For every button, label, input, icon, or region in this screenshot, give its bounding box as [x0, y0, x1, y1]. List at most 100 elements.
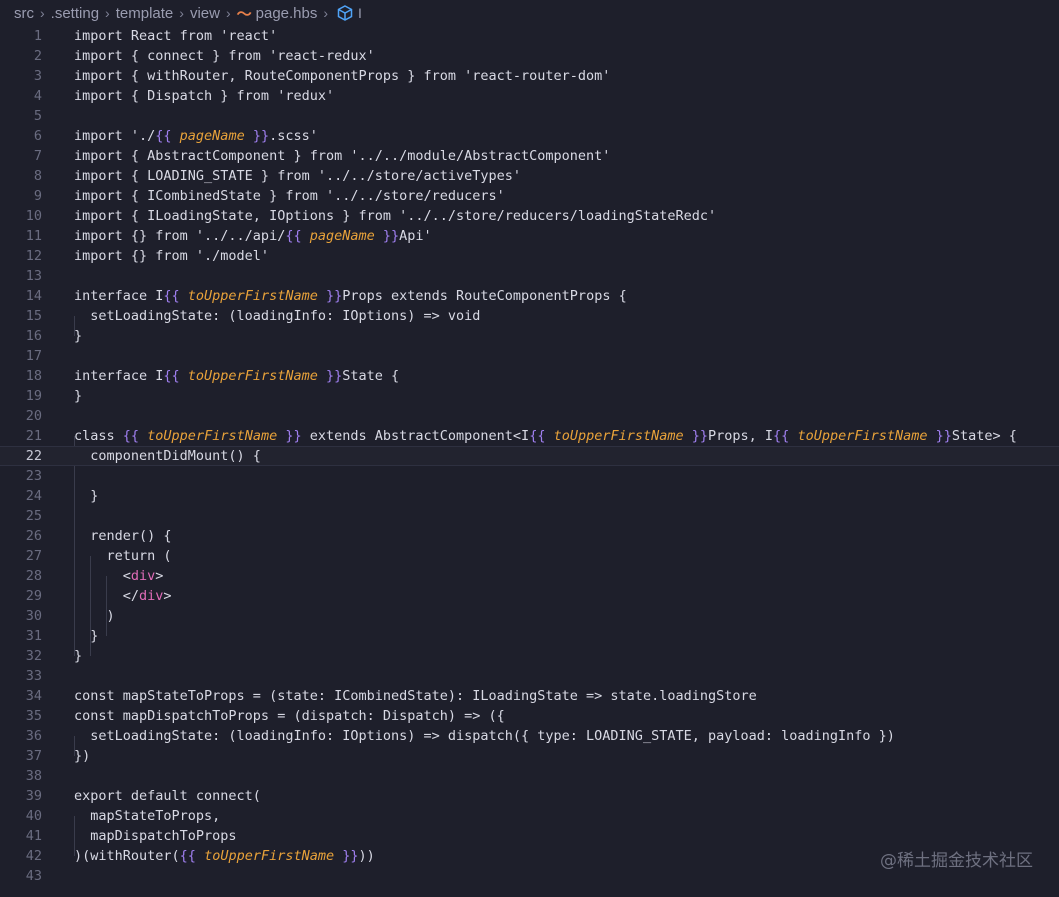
code-text: import './{{ pageName }}.scss': [74, 128, 318, 144]
code-line[interactable]: 19}: [0, 386, 1059, 406]
code-line[interactable]: 20: [0, 406, 1059, 426]
line-number: 16: [25, 328, 42, 344]
code-line[interactable]: 26 render() {: [0, 526, 1059, 546]
breadcrumb-item-file[interactable]: page.hbs: [256, 5, 318, 22]
line-number: 9: [33, 188, 42, 204]
code-line[interactable]: 37}): [0, 746, 1059, 766]
code-line[interactable]: 32}: [0, 646, 1059, 666]
code-line[interactable]: 36 setLoadingState: (loadingInfo: IOptio…: [0, 726, 1059, 746]
code-line[interactable]: 35 const mapDispatchToProps = (dispatch: …: [0, 706, 1059, 726]
code-line[interactable]: 9 import { ICombinedState } from '../../s…: [0, 186, 1059, 206]
cube-icon: [337, 5, 353, 21]
line-number: 18: [25, 368, 42, 384]
code-text: setLoadingState: (loadingInfo: IOptions)…: [74, 308, 481, 324]
code-line[interactable]: 30 ): [0, 606, 1059, 626]
code-line[interactable]: 4 import { Dispatch } from 'redux': [0, 86, 1059, 106]
code-text: <div>: [74, 568, 164, 584]
code-text: return (: [74, 548, 172, 564]
line-number: 23: [25, 468, 42, 484]
watermark: @稀土掘金技术社区: [880, 851, 1033, 871]
line-number: 30: [25, 608, 42, 624]
code-text: </div>: [74, 588, 172, 604]
code-text: import { ICombinedState } from '../../st…: [74, 188, 505, 204]
chevron-right-icon: ›: [105, 5, 110, 21]
line-number: 7: [33, 148, 42, 164]
chevron-right-icon: ›: [40, 5, 45, 21]
line-number: 11: [25, 228, 42, 244]
code-text: }: [74, 328, 83, 344]
breadcrumb-item-setting[interactable]: .setting: [51, 5, 99, 22]
code-line[interactable]: 28 <div>: [0, 566, 1059, 586]
code-line[interactable]: 18 interface I{{ toUpperFirstName }}State…: [0, 366, 1059, 386]
code-line[interactable]: 27 return (: [0, 546, 1059, 566]
code-text: import { connect } from 'react-redux': [74, 48, 375, 64]
code-text: componentDidMount() {: [74, 448, 261, 464]
code-text: mapDispatchToProps: [74, 828, 237, 844]
breadcrumb-item-src[interactable]: src: [14, 5, 34, 22]
line-number: 42: [25, 848, 42, 864]
code-line[interactable]: 17: [0, 346, 1059, 366]
code-text: }: [74, 628, 99, 644]
code-line[interactable]: 8 import { LOADING_STATE } from '../../st…: [0, 166, 1059, 186]
code-text: }): [74, 748, 91, 764]
code-line[interactable]: 38: [0, 766, 1059, 786]
code-line[interactable]: 24 }: [0, 486, 1059, 506]
breadcrumb-symbol[interactable]: I: [358, 5, 362, 21]
code-line[interactable]: 12 import {} from './model': [0, 246, 1059, 266]
code-line[interactable]: 5: [0, 106, 1059, 126]
breadcrumb-item-template[interactable]: template: [116, 5, 174, 22]
line-number: 4: [33, 88, 42, 104]
code-text: interface I{{ toUpperFirstName }}State {: [74, 368, 400, 384]
code-text: }: [74, 488, 99, 504]
line-number: 40: [25, 808, 42, 824]
line-number: 29: [25, 588, 42, 604]
line-number: 1: [33, 28, 42, 44]
code-line[interactable]: 14 interface I{{ toUpperFirstName }}Props…: [0, 286, 1059, 306]
line-number: 2: [33, 48, 42, 64]
line-number: 36: [25, 728, 42, 744]
code-line[interactable]: 34 const mapStateToProps = (state: ICombi…: [0, 686, 1059, 706]
chevron-right-icon: ›: [323, 5, 329, 21]
line-number: 32: [25, 648, 42, 664]
code-line[interactable]: 2 import { connect } from 'react-redux': [0, 46, 1059, 66]
code-text: )(withRouter({{ toUpperFirstName }})): [74, 848, 375, 864]
line-number: 10: [25, 208, 42, 224]
code-text: import { Dispatch } from 'redux': [74, 88, 335, 104]
line-number: 8: [33, 168, 42, 184]
line-number: 34: [25, 688, 42, 704]
code-line[interactable]: 39 export default connect(: [0, 786, 1059, 806]
code-line[interactable]: 7 import { AbstractComponent } from '../.…: [0, 146, 1059, 166]
code-line[interactable]: 1 import React from 'react': [0, 26, 1059, 46]
code-line[interactable]: 10 import { ILoadingState, IOptions } fro…: [0, 206, 1059, 226]
line-number: 13: [25, 268, 42, 284]
code-line[interactable]: 23: [0, 466, 1059, 486]
code-line[interactable]: 11 import {} from '../../api/{{ pageName …: [0, 226, 1059, 246]
line-number: 6: [33, 128, 42, 144]
code-line[interactable]: 15 setLoadingState: (loadingInfo: IOptio…: [0, 306, 1059, 326]
line-number: 19: [25, 388, 42, 404]
code-line[interactable]: 25: [0, 506, 1059, 526]
breadcrumb-item-view[interactable]: view: [190, 5, 220, 22]
code-line[interactable]: 33: [0, 666, 1059, 686]
code-line[interactable]: 40 mapStateToProps,: [0, 806, 1059, 826]
code-line[interactable]: 41 mapDispatchToProps: [0, 826, 1059, 846]
code-line[interactable]: 31 }: [0, 626, 1059, 646]
code-text: class {{ toUpperFirstName }} extends Abs…: [74, 428, 1017, 444]
code-text: import { ILoadingState, IOptions } from …: [74, 208, 717, 224]
code-line[interactable]: 22 componentDidMount() {: [0, 446, 1059, 466]
chevron-right-icon: ›: [179, 5, 184, 21]
code-text: import React from 'react': [74, 28, 278, 44]
code-line[interactable]: 16}: [0, 326, 1059, 346]
code-text: }: [74, 648, 83, 664]
code-line[interactable]: 6 import './{{ pageName }}.scss': [0, 126, 1059, 146]
code-editor[interactable]: 1 import React from 'react' 2 import { conn…: [0, 26, 1059, 897]
line-number: 5: [33, 108, 42, 124]
code-line[interactable]: 21 class {{ toUpperFirstName }} extends A…: [0, 426, 1059, 446]
line-number: 35: [25, 708, 42, 724]
code-text: setLoadingState: (loadingInfo: IOptions)…: [74, 728, 895, 744]
code-text: export default connect(: [74, 788, 261, 804]
code-line[interactable]: 29 </div>: [0, 586, 1059, 606]
code-line[interactable]: 13: [0, 266, 1059, 286]
code-line[interactable]: 3 import { withRouter, RouteComponentProp…: [0, 66, 1059, 86]
line-number: 31: [25, 628, 42, 644]
